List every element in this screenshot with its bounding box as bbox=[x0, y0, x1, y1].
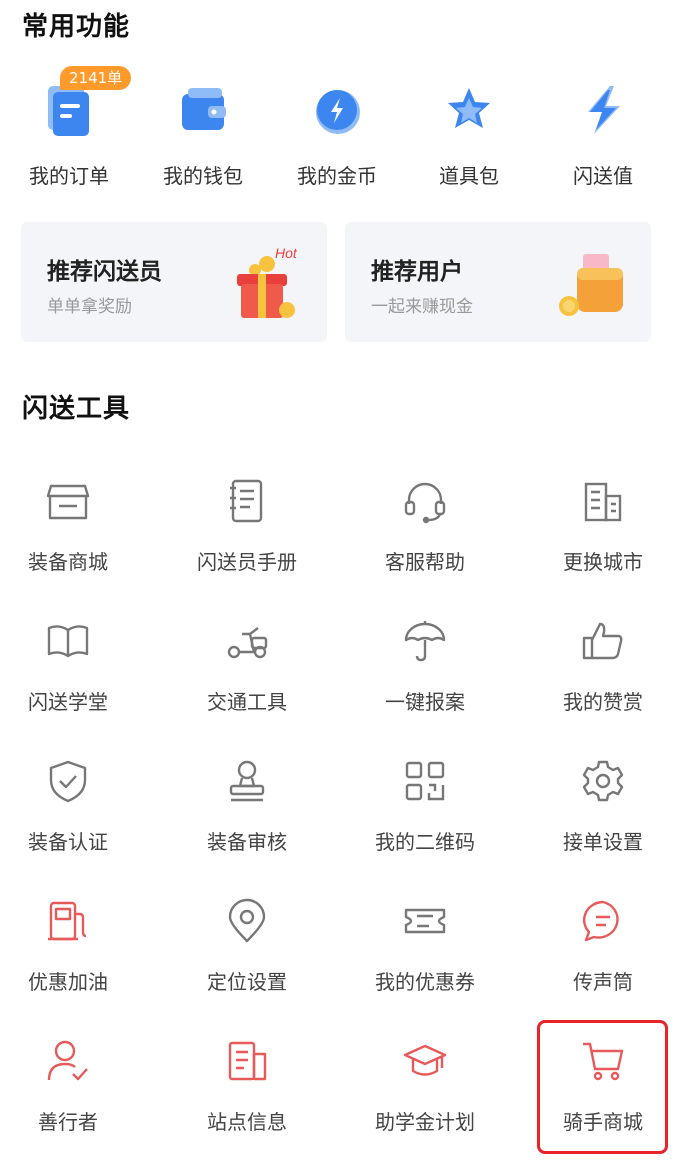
tool-station-info[interactable]: 站点信息 bbox=[162, 1038, 332, 1168]
building-icon bbox=[584, 482, 622, 522]
headset-icon bbox=[404, 482, 446, 524]
recommend-courier-card[interactable]: 推荐闪送员 单单拿奖励 Hot bbox=[21, 222, 327, 342]
tools-title: 闪送工具 bbox=[22, 394, 131, 424]
flash-value-label: 闪送值 bbox=[573, 164, 633, 188]
tool-label: 我的优惠券 bbox=[375, 970, 475, 994]
tool-my-appreciation[interactable]: 我的赞赏 bbox=[518, 618, 679, 748]
gear-icon bbox=[582, 760, 624, 802]
recommend-user-subtitle: 一起来赚现金 bbox=[371, 297, 473, 317]
my-orders-button[interactable]: 2141单 我的订单 bbox=[4, 66, 134, 190]
location-pin-icon bbox=[228, 898, 266, 943]
money-wallet-icon bbox=[559, 254, 623, 316]
tool-location-settings[interactable]: 定位设置 bbox=[162, 898, 332, 1028]
scooter-icon bbox=[227, 627, 268, 659]
my-orders-label: 我的订单 bbox=[29, 164, 109, 188]
props-pack-label: 道具包 bbox=[439, 164, 499, 188]
stamp-icon bbox=[229, 760, 265, 802]
tool-equipment-certification[interactable]: 装备认证 bbox=[0, 758, 153, 888]
recommend-courier-title: 推荐闪送员 bbox=[47, 259, 162, 285]
tool-label: 更换城市 bbox=[563, 550, 643, 574]
tool-label: 我的二维码 bbox=[375, 830, 475, 854]
tool-good-deeds[interactable]: 善行者 bbox=[0, 1038, 153, 1168]
flash-value-button[interactable]: 闪送值 bbox=[538, 80, 668, 190]
umbrella-icon bbox=[404, 621, 446, 662]
tool-label: 闪送学堂 bbox=[28, 690, 108, 714]
gift-box-icon: Hot bbox=[237, 245, 298, 318]
my-coins-button[interactable]: 我的金币 bbox=[272, 80, 402, 190]
props-pack-button[interactable]: 道具包 bbox=[404, 80, 534, 190]
my-wallet-button[interactable]: 我的钱包 bbox=[138, 80, 268, 190]
recommend-courier-subtitle: 单单拿奖励 bbox=[47, 297, 132, 317]
tool-fuel-discount[interactable]: 优惠加油 bbox=[0, 898, 153, 1028]
recommend-user-title: 推荐用户 bbox=[371, 259, 463, 285]
tool-label: 装备认证 bbox=[28, 830, 108, 854]
common-functions-row: 2141单 我的订单 我的钱包 我的金币 道具包 闪送值 bbox=[0, 66, 679, 190]
tool-label: 装备审核 bbox=[207, 830, 287, 854]
user-check-icon bbox=[47, 1040, 88, 1081]
thumbs-up-icon bbox=[582, 622, 623, 660]
wallet-icon bbox=[182, 88, 226, 130]
flash-value-icon bbox=[588, 86, 620, 134]
tool-label: 传声筒 bbox=[573, 970, 633, 994]
tool-scholarship-plan[interactable]: 助学金计划 bbox=[340, 1038, 510, 1168]
store-icon bbox=[46, 484, 90, 520]
props-icon bbox=[448, 88, 490, 128]
chat-bubble-icon bbox=[582, 900, 619, 942]
tool-report-case[interactable]: 一键报案 bbox=[340, 618, 510, 748]
my-coins-label: 我的金币 bbox=[297, 164, 377, 188]
manual-icon bbox=[230, 479, 263, 523]
tool-academy[interactable]: 闪送学堂 bbox=[0, 618, 153, 748]
recommend-user-card[interactable]: 推荐用户 一起来赚现金 bbox=[345, 222, 651, 342]
tool-label: 定位设置 bbox=[207, 970, 287, 994]
shield-check-icon bbox=[49, 760, 87, 803]
coin-icon bbox=[316, 90, 360, 134]
tool-courier-manual[interactable]: 闪送员手册 bbox=[162, 478, 332, 608]
tool-label: 我的赞赏 bbox=[563, 690, 643, 714]
tool-label: 交通工具 bbox=[207, 690, 287, 714]
common-functions-title: 常用功能 bbox=[22, 12, 131, 42]
graduation-cap-icon bbox=[403, 1044, 447, 1076]
tool-label: 客服帮助 bbox=[385, 550, 465, 574]
tool-label: 站点信息 bbox=[207, 1110, 287, 1134]
tool-megaphone-chat[interactable]: 传声筒 bbox=[518, 898, 679, 1028]
tool-label: 助学金计划 bbox=[375, 1110, 475, 1134]
tool-my-coupons[interactable]: 我的优惠券 bbox=[340, 898, 510, 1028]
tool-label: 一键报案 bbox=[385, 690, 465, 714]
tool-equipment-review[interactable]: 装备审核 bbox=[162, 758, 332, 888]
order-icon bbox=[48, 86, 89, 136]
tool-label: 优惠加油 bbox=[28, 970, 108, 994]
tool-vehicles[interactable]: 交通工具 bbox=[162, 618, 332, 748]
tool-label: 装备商城 bbox=[28, 550, 108, 574]
tool-change-city[interactable]: 更换城市 bbox=[518, 478, 679, 608]
my-wallet-label: 我的钱包 bbox=[163, 164, 243, 188]
rider-mall-highlight bbox=[537, 1020, 668, 1154]
tool-my-qr-code[interactable]: 我的二维码 bbox=[340, 758, 510, 888]
book-icon bbox=[47, 625, 89, 658]
station-icon bbox=[228, 1041, 267, 1081]
tool-customer-service[interactable]: 客服帮助 bbox=[340, 478, 510, 608]
tool-label: 接单设置 bbox=[563, 830, 643, 854]
fuel-icon bbox=[48, 901, 87, 941]
coupon-icon bbox=[404, 908, 446, 934]
hot-label: Hot bbox=[275, 245, 298, 261]
qr-code-icon bbox=[405, 761, 445, 801]
tool-label: 善行者 bbox=[38, 1110, 98, 1134]
tool-order-settings[interactable]: 接单设置 bbox=[518, 758, 679, 888]
tool-label: 闪送员手册 bbox=[197, 550, 297, 574]
tool-equipment-store[interactable]: 装备商城 bbox=[0, 478, 153, 608]
order-count-badge: 2141单 bbox=[60, 66, 132, 90]
